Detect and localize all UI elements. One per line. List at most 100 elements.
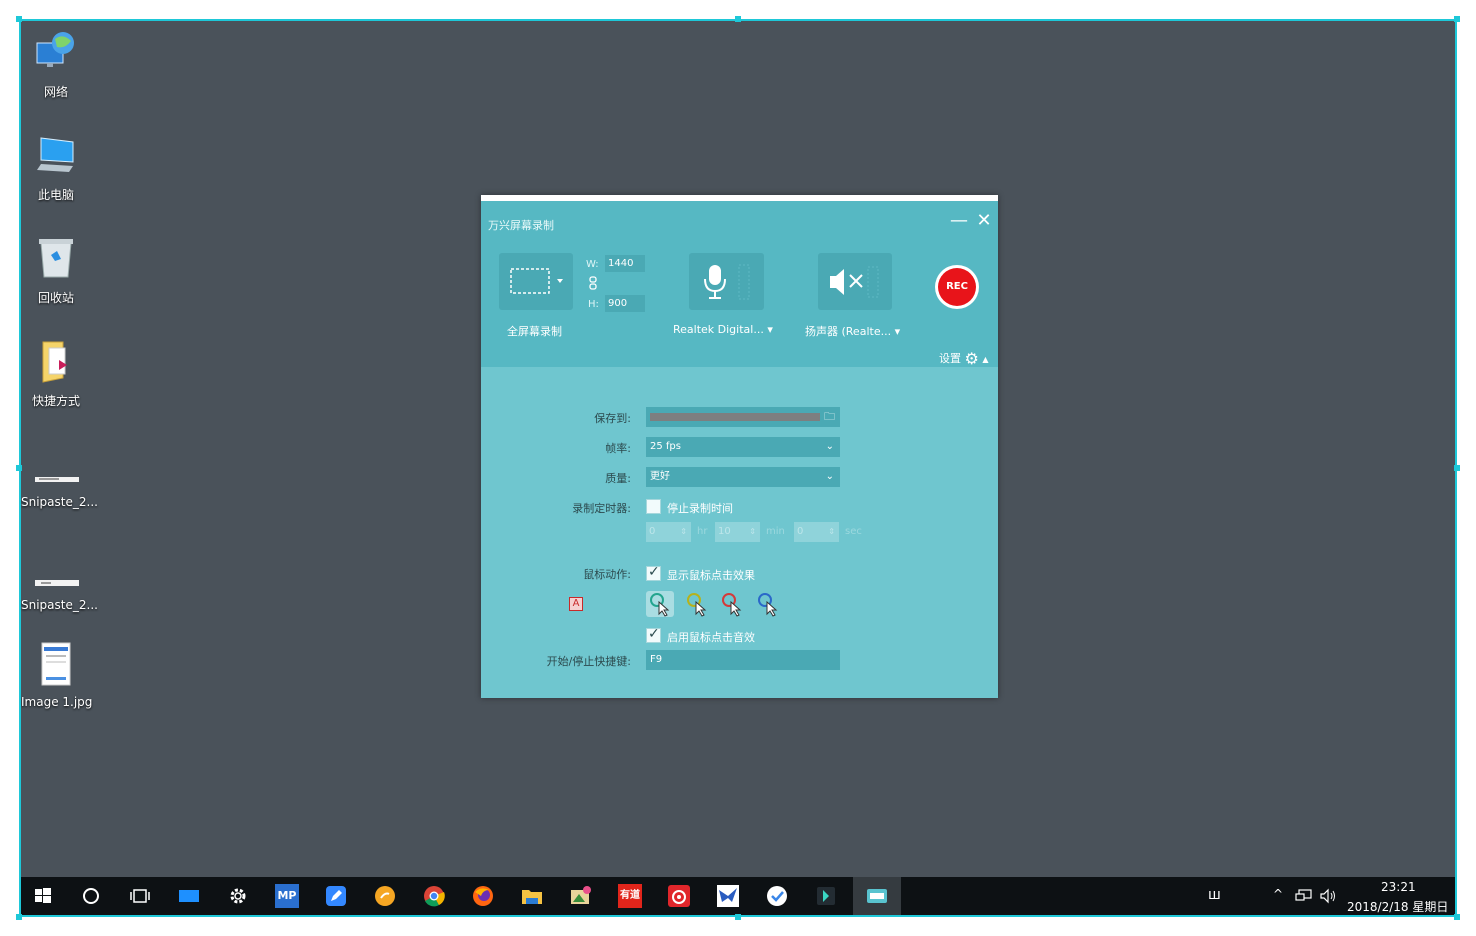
- desktop-icon-network[interactable]: 网络: [21, 29, 91, 100]
- task-view-icon[interactable]: [128, 884, 152, 908]
- desktop-icon-image-1[interactable]: Image 1.jpg: [21, 641, 92, 709]
- feishu-pen-icon[interactable]: [324, 884, 348, 908]
- image-thumbnail-icon: [35, 477, 79, 482]
- close-button[interactable]: ✕: [974, 211, 994, 231]
- stepper-arrows-icon: ⇕: [749, 527, 756, 536]
- minute-unit: min: [766, 526, 785, 537]
- settings-gear-icon[interactable]: [226, 884, 250, 908]
- desktop-screen: 网络 此电脑 回收站 快捷方式 Snipaste_2... Snipaste_2…: [19, 19, 1457, 917]
- computer-icon: [37, 137, 74, 172]
- hotkey-label: 开始/停止快捷键:: [546, 655, 631, 668]
- desktop-icon-shortcut[interactable]: 快捷方式: [21, 338, 91, 409]
- selection-handle[interactable]: [16, 465, 22, 471]
- photo-editor-icon[interactable]: [569, 884, 593, 908]
- screen-recorder-icon[interactable]: [865, 884, 889, 908]
- timer-minute-stepper[interactable]: 10 ⇕: [715, 522, 760, 542]
- cursor-highlight-icon: [758, 593, 778, 617]
- selection-handle[interactable]: [1454, 914, 1460, 920]
- volume-tray-icon[interactable]: [1319, 888, 1337, 904]
- chrome-icon[interactable]: [422, 884, 446, 908]
- minimize-button[interactable]: —: [949, 211, 969, 231]
- stepper-arrows-icon: ⇕: [828, 527, 835, 536]
- taskbar: MP 有道 ш ^ 23:21 2018/2/18 星期日: [21, 877, 1455, 915]
- clock-time[interactable]: 23:21: [1381, 880, 1416, 894]
- show-click-effect-checkbox[interactable]: [646, 564, 661, 581]
- width-label: W:: [586, 259, 599, 270]
- cursor-style-yellow[interactable]: [683, 591, 711, 617]
- screen-recorder-window: 万兴屏幕录制 — ✕ 全屏幕录制 W: 1440 H: 900 Realtek …: [481, 195, 998, 698]
- save-to-label: 保存到:: [594, 412, 631, 425]
- cursor-highlight-icon: [650, 593, 670, 617]
- netease-music-icon[interactable]: [667, 884, 691, 908]
- capture-area-button[interactable]: [499, 253, 573, 310]
- selection-handle[interactable]: [735, 16, 741, 22]
- selection-handle[interactable]: [1454, 16, 1460, 22]
- settings-label: 设置: [939, 352, 961, 365]
- cursor-style-teal[interactable]: [646, 591, 674, 617]
- cursor-style-blue[interactable]: [754, 591, 782, 617]
- click-sound-checkbox[interactable]: [646, 626, 661, 643]
- file-explorer-icon[interactable]: [520, 884, 544, 908]
- font-a-icon[interactable]: A: [569, 597, 583, 611]
- desktop-icon-snipaste-2[interactable]: Snipaste_2...: [21, 544, 98, 612]
- save-path-field[interactable]: 🗀: [646, 407, 840, 427]
- chevron-down-icon: ⌄: [825, 471, 834, 482]
- selection-handle[interactable]: [1454, 465, 1460, 471]
- selection-handle[interactable]: [735, 914, 741, 920]
- settings-toggle[interactable]: 设置 ⚙ ▲: [939, 349, 989, 368]
- region-select-icon: [510, 268, 563, 294]
- filmora-icon[interactable]: [814, 884, 838, 908]
- gear-icon: ⚙: [964, 349, 979, 368]
- microphone-device-label[interactable]: Realtek Digital... ▾: [673, 323, 773, 336]
- folder-icon[interactable]: 🗀: [824, 407, 835, 427]
- timer-second-stepper[interactable]: 0 ⇕: [794, 522, 839, 542]
- network-globe-icon: [36, 32, 74, 67]
- link-ratio-icon[interactable]: [588, 276, 598, 290]
- timer-hour-stepper[interactable]: 0 ⇕: [646, 522, 691, 542]
- check-app-icon[interactable]: [765, 884, 789, 908]
- desktop-icon-this-pc[interactable]: 此电脑: [21, 132, 91, 203]
- ime-indicator[interactable]: ш: [1208, 887, 1221, 903]
- desktop-display-icon[interactable]: [177, 884, 201, 908]
- windows-start-icon[interactable]: [31, 884, 55, 908]
- stepper-arrows-icon: ⇕: [680, 527, 687, 536]
- capture-mode-label: 全屏幕录制: [507, 325, 562, 338]
- microphone-button[interactable]: [689, 253, 764, 310]
- chevron-down-icon: ⌄: [825, 441, 834, 452]
- quality-label: 质量:: [605, 472, 631, 485]
- quality-select[interactable]: 更好 ⌄: [646, 467, 840, 487]
- selection-handle[interactable]: [16, 914, 22, 920]
- cortana-circle-icon[interactable]: [79, 884, 103, 908]
- chevron-down-icon: ▾: [767, 323, 773, 336]
- second-unit: sec: [845, 526, 862, 537]
- mp-app-icon[interactable]: MP: [275, 884, 299, 908]
- speaker-device-label[interactable]: 扬声器 (Realte... ▾: [805, 323, 900, 339]
- width-input[interactable]: 1440: [605, 255, 645, 272]
- cursor-highlight-icon: [687, 593, 707, 617]
- height-input[interactable]: 900: [605, 295, 645, 312]
- recorder-header: 万兴屏幕录制 — ✕ 全屏幕录制 W: 1440 H: 900 Realtek …: [481, 201, 998, 368]
- hotkey-input[interactable]: F9: [646, 650, 840, 670]
- desktop-icon-recycle-bin[interactable]: 回收站: [21, 235, 91, 306]
- firefox-icon[interactable]: [471, 884, 495, 908]
- hour-unit: hr: [697, 526, 708, 537]
- speaker-muted-icon: [830, 266, 879, 298]
- bird-app-icon[interactable]: [716, 884, 740, 908]
- desktop-icon-snipaste-1[interactable]: Snipaste_2...: [21, 441, 98, 509]
- recycle-bin-icon: [39, 239, 73, 278]
- fps-select[interactable]: 25 fps ⌄: [646, 437, 840, 457]
- tray-expand-icon[interactable]: ^: [1273, 887, 1283, 901]
- network-tray-icon[interactable]: [1295, 888, 1313, 904]
- youdao-icon[interactable]: 有道: [618, 884, 642, 908]
- stop-timer-label: 停止录制时间: [667, 502, 733, 515]
- stop-timer-checkbox[interactable]: [646, 499, 661, 514]
- window-title: 万兴屏幕录制: [488, 219, 554, 232]
- cursor-style-red[interactable]: [718, 591, 746, 617]
- path-redacted: [650, 413, 820, 421]
- selection-handle[interactable]: [16, 16, 22, 22]
- click-sound-label: 启用鼠标点击音效: [667, 631, 755, 644]
- record-button[interactable]: REC: [935, 265, 979, 309]
- speaker-button[interactable]: [818, 253, 892, 310]
- clock-date[interactable]: 2018/2/18 星期日: [1347, 898, 1448, 915]
- fruit-app-icon[interactable]: [373, 884, 397, 908]
